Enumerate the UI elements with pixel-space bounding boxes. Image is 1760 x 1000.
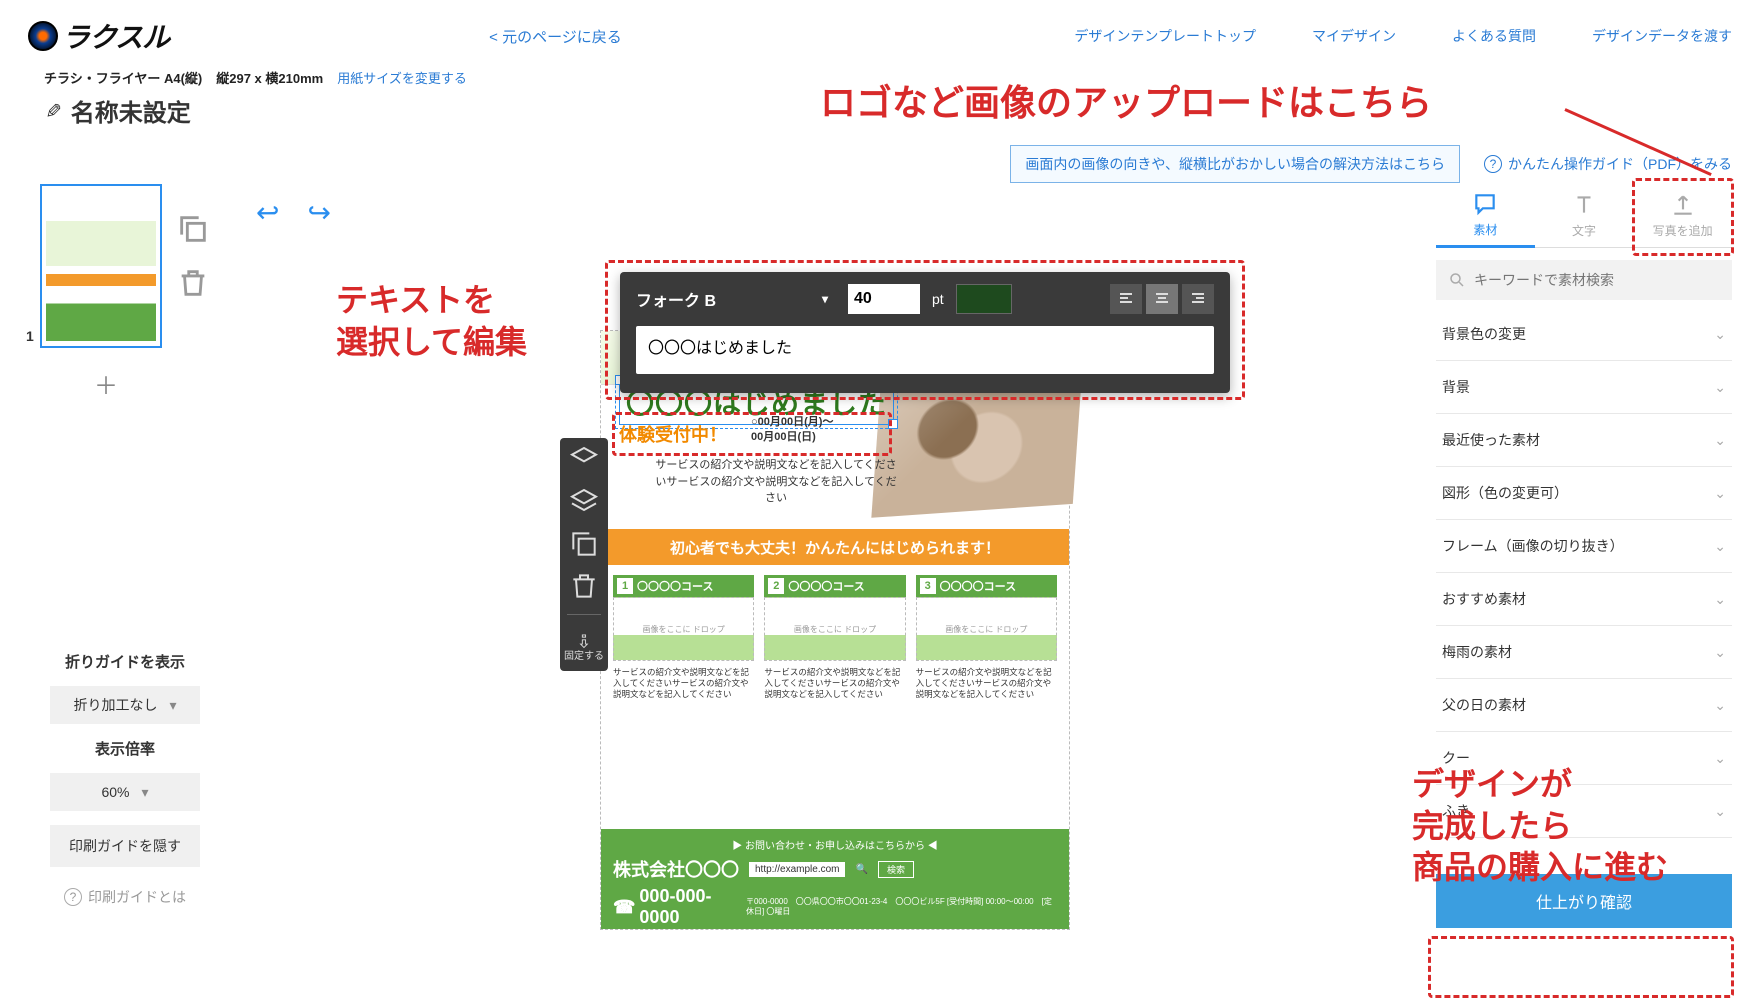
fold-select[interactable]: 折り加工なし	[50, 686, 200, 724]
tab-text[interactable]: 文字	[1535, 184, 1634, 248]
product-name: チラシ・フライヤー A4(縦)	[44, 68, 202, 87]
pencil-icon: ✎	[40, 102, 65, 119]
chevron-down-icon: ⌄	[1714, 432, 1726, 449]
text-icon	[1571, 192, 1597, 218]
top-nav: デザインテンプレートトップ マイデザイン よくある質問 デザインデータを渡す	[1074, 26, 1732, 46]
search-label: 検索	[878, 861, 914, 878]
acc-bgcolor[interactable]: 背景色の変更⌄	[1436, 308, 1732, 360]
orange-banner[interactable]: 初心者でも大丈夫！かんたんにはじめられます！	[601, 529, 1069, 565]
chevron-down-icon: ⌄	[1714, 803, 1726, 820]
chevron-down-icon: ⌄	[1714, 326, 1726, 343]
nav-faq[interactable]: よくある質問	[1452, 26, 1536, 46]
tab-assets[interactable]: 素材	[1436, 184, 1535, 248]
redo-button[interactable]: ↪	[307, 196, 330, 229]
acc-shapes[interactable]: 図形（色の変更可）⌄	[1436, 467, 1732, 519]
page-thumbnail[interactable]	[40, 184, 162, 348]
nav-my-design[interactable]: マイデザイン	[1312, 26, 1396, 46]
product-dimensions: 縦297 x 横210mm	[216, 68, 323, 87]
guide-pdf-label: かんたん操作ガイド（PDF）をみる	[1508, 154, 1732, 174]
address-text: 〒000-0000 〇〇県〇〇市〇〇01-23-4 〇〇〇ビル5F [受付時間]…	[746, 897, 1057, 918]
search-icon	[1448, 271, 1466, 289]
chevron-down-icon: ⌄	[1714, 591, 1726, 608]
chevron-down-icon: ⌄	[1714, 750, 1726, 767]
annotation-box-toolbar	[605, 260, 1245, 400]
company-name: 株式会社〇〇〇	[613, 856, 739, 882]
fold-guide-label: 折りガイドを表示	[65, 651, 185, 672]
asset-search[interactable]	[1436, 260, 1732, 300]
zoom-select[interactable]: 60%	[50, 773, 200, 811]
acc-frames[interactable]: フレーム（画像の切り抜き）⌄	[1436, 520, 1732, 572]
chevron-down-icon: ⌄	[1714, 485, 1726, 502]
phone-number: ☎ 000-000-0000	[613, 886, 736, 928]
page-number: 1	[26, 328, 34, 344]
chevron-down-icon: ⌄	[1714, 697, 1726, 714]
hide-print-guide-button[interactable]: 印刷ガイドを隠す	[50, 825, 200, 867]
annotation-upload: ロゴなど画像のアップロードはこちら	[820, 80, 1432, 127]
asset-search-input[interactable]	[1474, 272, 1720, 288]
acc-recommended[interactable]: おすすめ素材⌄	[1436, 573, 1732, 625]
back-link[interactable]: < 元のページに戻る	[489, 26, 622, 47]
chevron-down-icon: ⌄	[1714, 538, 1726, 555]
acc-recent[interactable]: 最近使った素材⌄	[1436, 414, 1732, 466]
delete-element-icon[interactable]	[568, 572, 600, 600]
delete-page-icon[interactable]	[176, 266, 210, 306]
intro-text[interactable]: サービスの紹介文や説明文などを記入してくださいサービスの紹介文や説明文などを記入…	[651, 457, 901, 507]
question-icon: ?	[1484, 155, 1502, 173]
element-side-toolbar: 固定する	[560, 438, 608, 671]
zoom-label: 表示倍率	[95, 738, 155, 759]
annotation-box-upload-tab	[1632, 178, 1734, 256]
course-2[interactable]: 2〇〇〇〇コース画像をここに ドロップサービスの紹介文や説明文などを記入してくだ…	[764, 575, 905, 700]
question-icon: ?	[64, 888, 82, 906]
annotation-purchase: デザインが完成したら商品の購入に進む	[1412, 764, 1668, 889]
acc-fathersday[interactable]: 父の日の素材⌄	[1436, 679, 1732, 731]
tab-text-label: 文字	[1572, 222, 1596, 239]
tab-assets-label: 素材	[1473, 221, 1497, 238]
course-3[interactable]: 3〇〇〇〇コース画像をここに ドロップサービスの紹介文や説明文などを記入してくだ…	[916, 575, 1057, 700]
acc-background[interactable]: 背景⌄	[1436, 361, 1732, 413]
speech-icon	[1472, 191, 1498, 217]
duplicate-element-icon[interactable]	[568, 530, 600, 558]
chevron-down-icon: ⌄	[1714, 644, 1726, 661]
logo-icon	[28, 21, 58, 51]
acc-rainy[interactable]: 梅雨の素材⌄	[1436, 626, 1732, 678]
lock-element-button[interactable]: 固定する	[564, 629, 604, 663]
layer-down-icon[interactable]	[568, 488, 600, 516]
annotation-edit-text: テキストを選択して編集	[336, 280, 527, 363]
logo-text: ラクスル	[62, 16, 169, 56]
undo-button[interactable]: ↩	[256, 196, 279, 229]
guide-pdf-link[interactable]: ? かんたん操作ガイド（PDF）をみる	[1484, 154, 1732, 174]
image-orientation-help[interactable]: 画面内の画像の向きや、縦横比がおかしい場合の解決方法はこちら	[1010, 145, 1460, 183]
nav-pass-data[interactable]: デザインデータを渡す	[1592, 26, 1732, 46]
annotation-box-confirm	[1428, 936, 1734, 998]
footer-area[interactable]: お問い合わせ・お申し込みはこちらから 株式会社〇〇〇 http://exampl…	[601, 829, 1069, 929]
course-1[interactable]: 1〇〇〇〇コース画像をここに ドロップサービスの紹介文や説明文などを記入してくだ…	[613, 575, 754, 700]
layer-up-icon[interactable]	[568, 446, 600, 474]
brand-logo: ラクスル	[28, 16, 169, 56]
change-paper-size-link[interactable]: 用紙サイズを変更する	[337, 68, 467, 87]
add-page-button[interactable]: ＋	[94, 366, 210, 401]
annotation-box-selected-text	[612, 412, 892, 456]
chevron-down-icon: ⌄	[1714, 379, 1726, 396]
footer-heading: お問い合わせ・お申し込みはこちらから	[613, 837, 1057, 852]
url-box: http://example.com	[749, 862, 845, 877]
print-guide-help-link[interactable]: ?印刷ガイドとは	[64, 887, 186, 907]
nav-template-top[interactable]: デザインテンプレートトップ	[1074, 26, 1256, 46]
design-title[interactable]: 名称未設定	[71, 93, 191, 128]
duplicate-page-icon[interactable]	[176, 212, 210, 252]
